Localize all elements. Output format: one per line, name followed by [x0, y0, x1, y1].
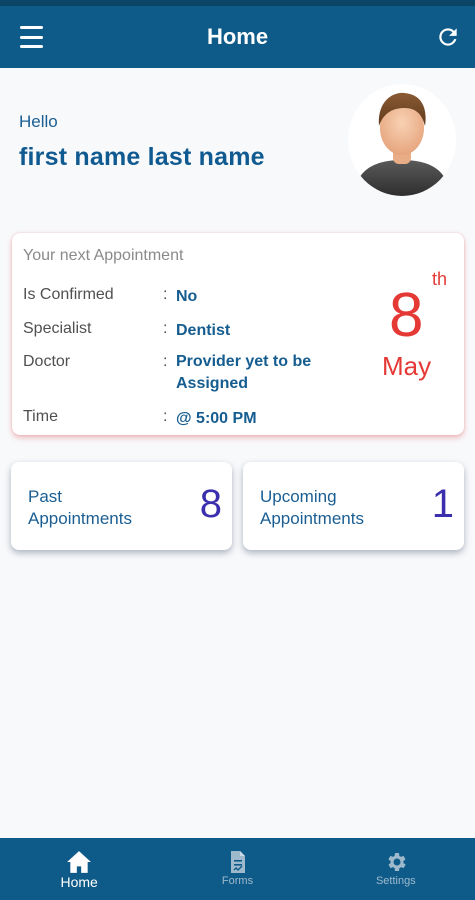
- appointment-day: 8: [389, 281, 424, 350]
- user-avatar-icon: [354, 92, 450, 196]
- nav-item-settings[interactable]: Settings: [317, 838, 475, 900]
- page-title: Home: [206, 24, 269, 49]
- forms-icon: [231, 851, 246, 873]
- upcoming-appointments-label: Upcoming Appointments: [260, 487, 364, 528]
- app-header: Home: [0, 0, 475, 68]
- appointment-day-suffix: th: [432, 269, 448, 289]
- next-appointment-heading: Your next Appointment: [23, 247, 184, 264]
- app-screen: Home Hello first name last name Your nex…: [0, 0, 475, 900]
- specialist-label: Specialist: [23, 320, 92, 337]
- doctor-value: Provider yet to be Assigned: [176, 353, 312, 392]
- upcoming-appointments-card[interactable]: Upcoming Appointments 1: [243, 462, 464, 550]
- confirmed-label: Is Confirmed: [23, 286, 114, 303]
- nav-item-forms[interactable]: Forms: [158, 838, 316, 900]
- next-appointment-card[interactable]: Your next Appointment Is Confirmed : No …: [12, 233, 464, 435]
- refresh-icon[interactable]: [435, 24, 461, 50]
- home-icon: [67, 851, 92, 873]
- time-label: Time: [23, 408, 58, 425]
- gear-icon: [388, 853, 406, 871]
- time-value: @ 5:00 PM: [176, 410, 257, 427]
- specialist-value: Dentist: [176, 322, 231, 339]
- row-colon: :: [163, 320, 168, 337]
- appointment-month: May: [382, 351, 432, 381]
- menu-icon[interactable]: [20, 26, 46, 48]
- nav-label-settings: Settings: [375, 875, 416, 887]
- doctor-label: Doctor: [23, 353, 71, 370]
- row-colon: :: [163, 408, 168, 425]
- greeting-hello: Hello: [19, 112, 58, 131]
- bottom-nav: Home Forms Settings: [0, 838, 475, 900]
- upcoming-appointments-count: 1: [431, 482, 454, 526]
- avatar[interactable]: [348, 84, 456, 196]
- row-colon: :: [163, 353, 168, 370]
- user-name: first name last name: [19, 143, 265, 171]
- past-appointments-count: 8: [199, 482, 222, 526]
- nav-item-home[interactable]: Home: [0, 838, 158, 900]
- nav-label-forms: Forms: [221, 875, 254, 887]
- row-colon: :: [163, 286, 168, 303]
- past-appointments-card[interactable]: Past Appointments 8: [11, 462, 232, 550]
- past-appointments-label: Past Appointments: [28, 487, 132, 528]
- nav-label-home: Home: [60, 874, 98, 890]
- confirmed-value: No: [176, 288, 198, 305]
